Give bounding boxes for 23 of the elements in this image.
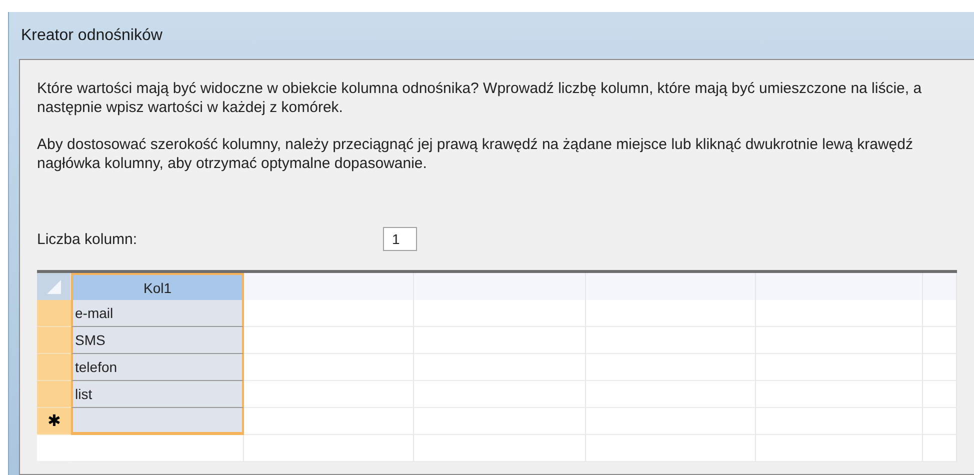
window-title: Kreator odnośników <box>21 26 162 44</box>
instruction-text: Aby dostosować szerokość kolumny, należy przeciągnąć jej prawą krawędź na żądane miejsce lub kliknąć dwukrotnie lewą krawędź nagłówka kolumny, aby otrzymać optymalne dopasowanie. <box>37 135 914 173</box>
field-label: Liczba kolumn: <box>37 230 138 248</box>
triangle-icon <box>46 278 62 294</box>
column-header[interactable] <box>586 273 756 300</box>
column-header[interactable] <box>923 273 957 300</box>
table-cell[interactable]: telefon <box>71 354 244 381</box>
instruction-text: Które wartości mają być widoczne w obiekcie kolumna odnośnika? Wprowadź liczbę kolumn, które mają być umieszczone na liście, a następnie wpisz wartości w każdej z komórek. <box>37 79 923 117</box>
table-cell[interactable]: list <box>71 381 244 408</box>
table-cell[interactable]: SMS <box>71 327 244 354</box>
column-count-field[interactable]: 1 <box>383 227 417 251</box>
row-selector[interactable] <box>37 381 71 408</box>
column-header[interactable]: Kol1 <box>71 273 244 300</box>
row-selector[interactable] <box>37 354 71 381</box>
column-header[interactable] <box>756 273 923 300</box>
column-header[interactable] <box>414 273 586 300</box>
table-cell[interactable]: e-mail <box>71 300 244 327</box>
new-record-marker[interactable]: ✱ <box>37 408 71 435</box>
row-selector[interactable] <box>37 300 71 327</box>
select-all-corner[interactable] <box>37 273 71 300</box>
table-cell[interactable] <box>71 408 244 435</box>
column-header[interactable] <box>244 273 414 300</box>
row-selector[interactable] <box>37 327 71 354</box>
